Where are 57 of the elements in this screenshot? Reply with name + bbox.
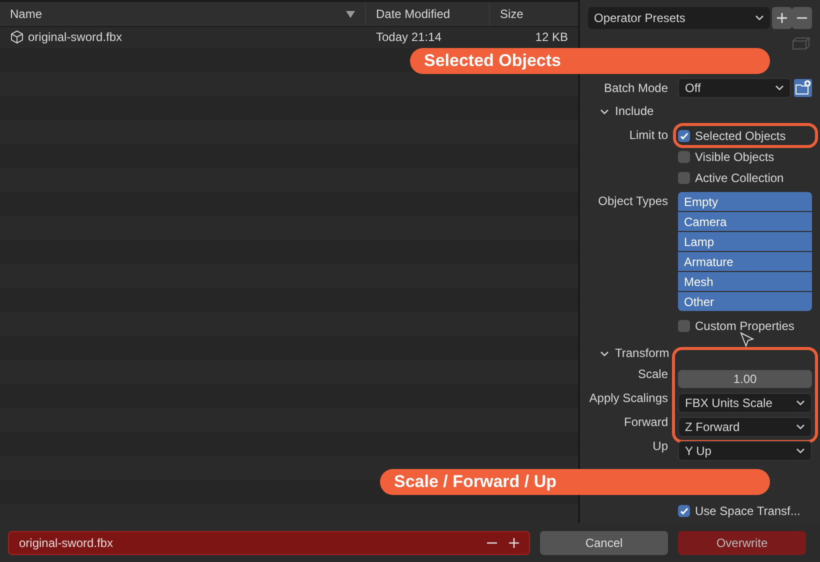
add-button[interactable]	[772, 6, 792, 29]
toggle-option[interactable]: Lamp	[678, 232, 812, 252]
cancel-button[interactable]: Cancel	[540, 530, 668, 554]
checkbox-label: Selected Objects	[695, 128, 786, 143]
box-icon	[792, 36, 810, 50]
chevron-down-icon	[775, 84, 784, 90]
chevron-down-icon	[796, 400, 805, 406]
file-date: Today 21:14	[376, 30, 442, 44]
callout-label: Selected Objects	[410, 48, 770, 74]
checkbox-label: Visible Objects	[695, 150, 774, 164]
section-header[interactable]: Transform	[588, 342, 670, 366]
field-label: Apply Scalings	[588, 391, 669, 406]
filename-field[interactable]: original-sword.fbx	[8, 530, 530, 554]
plus-icon	[777, 12, 787, 23]
remove-button[interactable]	[792, 6, 812, 29]
checkbox[interactable]	[678, 505, 690, 518]
section-header[interactable]: Include	[588, 99, 654, 124]
checkbox-label: Active Collection	[695, 170, 784, 185]
field-label: Up	[652, 439, 669, 454]
checkbox-label: Custom Properties	[695, 318, 794, 333]
checkbox[interactable]	[678, 150, 690, 163]
presets-dropdown[interactable]: Operator Presets	[588, 6, 770, 29]
toggle-option[interactable]: Armature	[678, 252, 812, 272]
checkbox[interactable]	[678, 130, 690, 142]
chevron-down-icon	[755, 14, 764, 21]
checkbox[interactable]	[678, 172, 690, 184]
chevron-down-icon	[796, 448, 805, 454]
chevron-down-icon	[600, 106, 609, 116]
toggle-option[interactable]: Empty	[678, 192, 812, 212]
dropdown[interactable]: Off	[678, 78, 791, 98]
chevron-down-icon	[600, 348, 609, 358]
number-field[interactable]: 1.00	[678, 370, 812, 388]
cube-icon	[10, 30, 24, 44]
toggle-option[interactable]: Camera	[678, 212, 812, 232]
overwrite-button[interactable]: Overwrite	[678, 530, 806, 554]
field-label: Object Types	[597, 193, 669, 210]
checkbox-label: Use Space Transf...	[695, 504, 800, 518]
cursor-icon	[740, 332, 754, 348]
column-header[interactable]: Date Modified	[376, 7, 450, 21]
file-size: 12 KB	[535, 30, 568, 44]
field-label: Batch Mode	[602, 80, 669, 94]
callout-label: Scale / Forward / Up	[380, 469, 770, 496]
field-label: Limit to	[628, 127, 669, 144]
column-header[interactable]: Name	[10, 7, 42, 21]
field-label: Forward	[622, 415, 669, 430]
dropdown[interactable]: Y Up	[678, 441, 812, 462]
folder-add-icon[interactable]	[794, 78, 812, 96]
toggle-option[interactable]: Mesh	[678, 272, 812, 292]
checkbox[interactable]	[678, 320, 690, 332]
plus-icon[interactable]	[509, 538, 519, 548]
column-header[interactable]: Size	[500, 7, 524, 21]
toggle-option[interactable]: Other	[678, 292, 812, 312]
dropdown[interactable]: Z Forward	[678, 417, 812, 438]
chevron-down-icon	[796, 424, 805, 430]
file-name[interactable]: original-sword.fbx	[28, 30, 122, 44]
field-label: Scale	[636, 367, 669, 382]
dropdown[interactable]: FBX Units Scale	[678, 393, 812, 414]
